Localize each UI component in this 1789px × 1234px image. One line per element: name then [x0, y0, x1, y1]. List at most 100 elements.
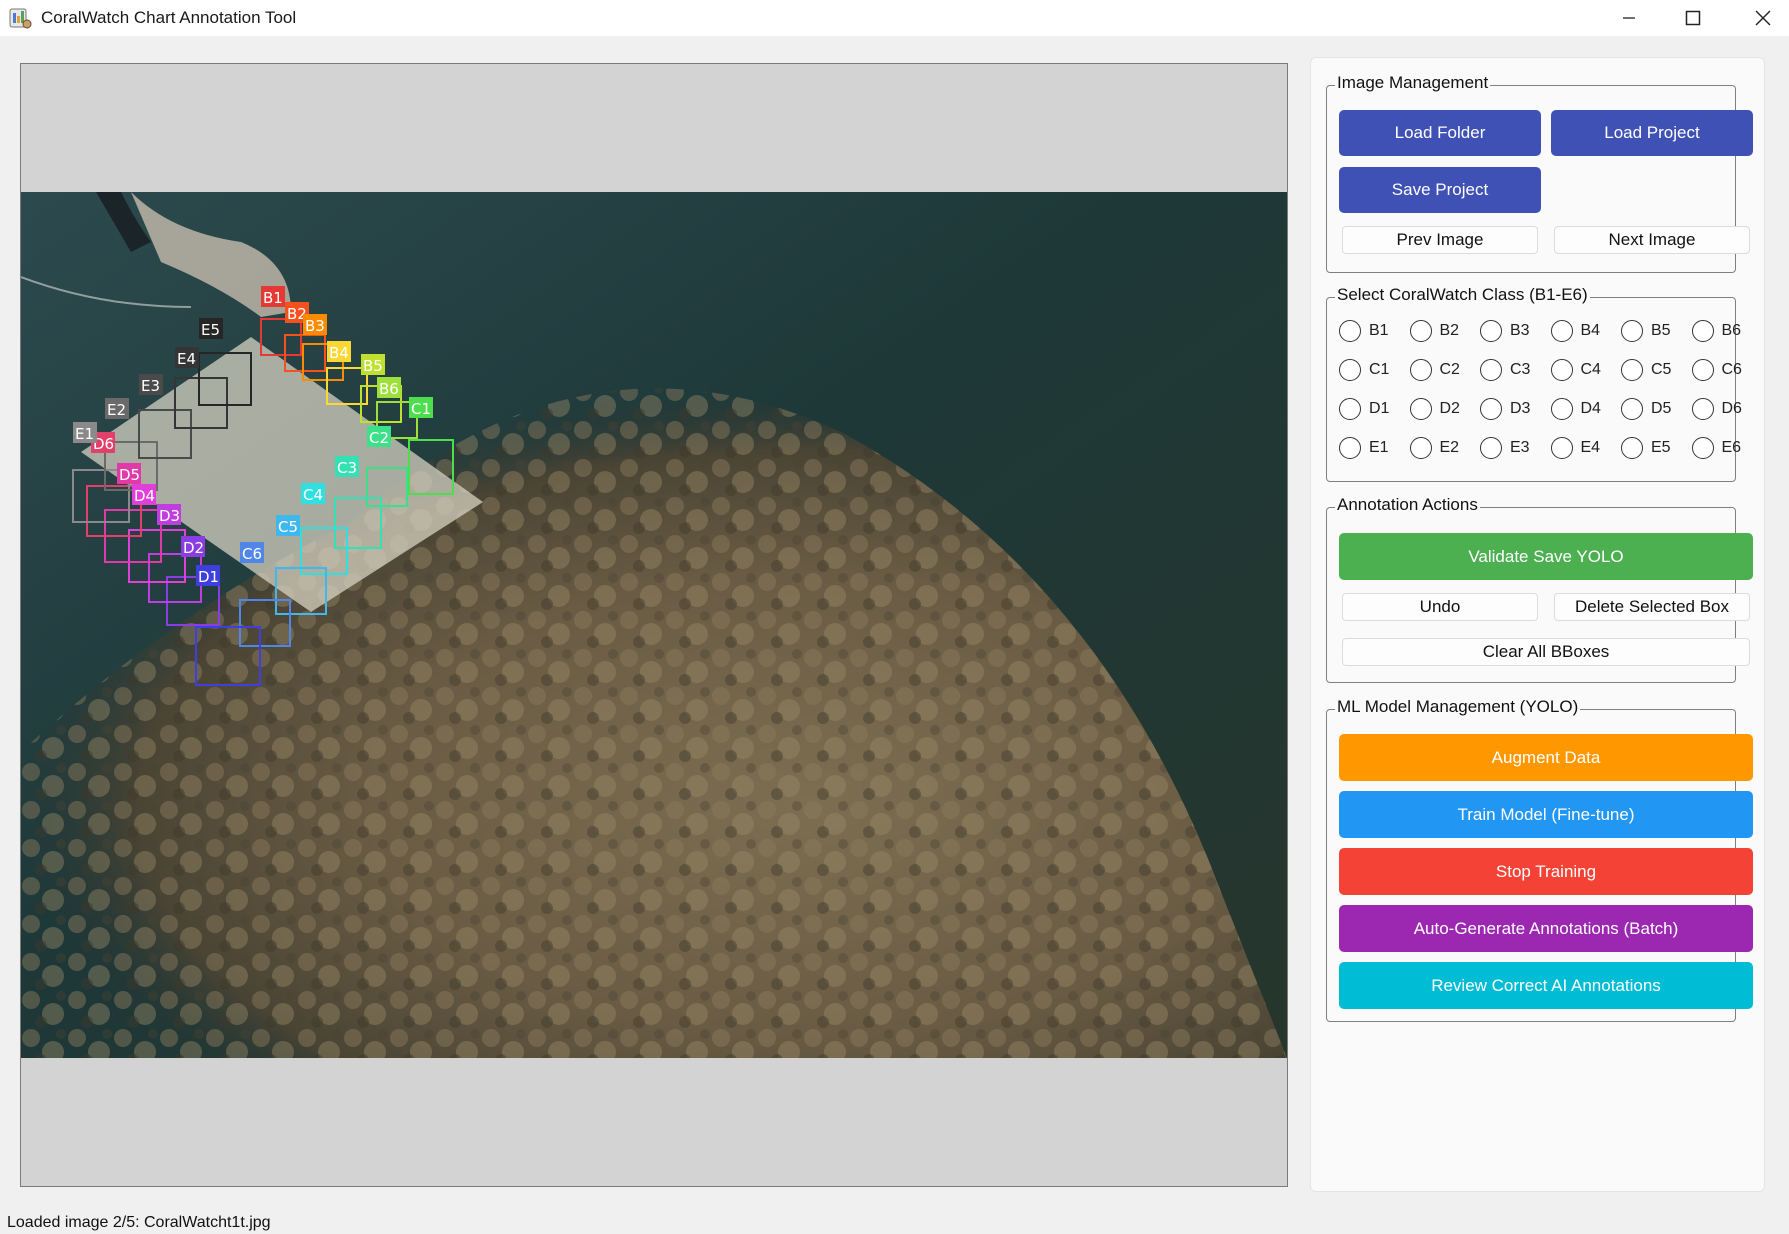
radio-button[interactable] [1339, 437, 1361, 459]
radio-button[interactable] [1691, 398, 1714, 420]
class-radio-b5[interactable]: B5 [1621, 318, 1671, 344]
radio-button[interactable] [1621, 359, 1643, 381]
radio-button[interactable] [1480, 437, 1502, 459]
class-radio-d6[interactable]: D6 [1691, 396, 1742, 422]
review-ai-annotations-button[interactable]: Review Correct AI Annotations [1339, 962, 1753, 1009]
box-label: C2 [369, 429, 389, 447]
class-select-title: Select CoralWatch Class (B1-E6) [1335, 285, 1590, 305]
radio-button[interactable] [1550, 398, 1573, 420]
box-label: B1 [263, 289, 283, 307]
class-radio-c1[interactable]: C1 [1339, 357, 1389, 383]
clear-all-bboxes-button[interactable]: Clear All BBoxes [1342, 638, 1750, 666]
box-label: C1 [411, 400, 431, 418]
app-icon [8, 6, 32, 30]
radio-button[interactable] [1691, 437, 1714, 459]
radio-label: E4 [1580, 439, 1601, 456]
radio-button[interactable] [1550, 359, 1573, 381]
box-label: E4 [177, 350, 196, 368]
radio-button[interactable] [1409, 359, 1432, 381]
train-model-button[interactable]: Train Model (Fine-tune) [1339, 791, 1753, 838]
radio-button[interactable] [1621, 398, 1643, 420]
class-radio-e1[interactable]: E1 [1339, 435, 1389, 461]
radio-label: E1 [1369, 439, 1389, 456]
radio-button[interactable] [1339, 359, 1361, 381]
class-radio-d3[interactable]: D3 [1480, 396, 1530, 422]
radio-button[interactable] [1480, 398, 1502, 420]
image-canvas[interactable]: B1 B2 B3 B4 B5 B6 C1 C2 C3 C4 C5 C6 D1 D… [20, 63, 1288, 1187]
load-folder-button[interactable]: Load Folder [1339, 110, 1541, 156]
radio-label: E3 [1510, 439, 1530, 456]
class-radio-d1[interactable]: D1 [1339, 396, 1389, 422]
radio-button[interactable] [1691, 320, 1714, 342]
save-project-button[interactable]: Save Project [1339, 167, 1541, 213]
annotation-actions-group: Annotation Actions Validate Save YOLO Un… [1326, 495, 1753, 683]
class-radio-b2[interactable]: B2 [1409, 318, 1459, 344]
box-label: D3 [159, 507, 180, 525]
class-radio-d4[interactable]: D4 [1550, 396, 1601, 422]
box-label: C3 [337, 459, 357, 477]
class-radio-b6[interactable]: B6 [1691, 318, 1742, 344]
ml-management-title: ML Model Management (YOLO) [1335, 697, 1581, 717]
class-radio-c3[interactable]: C3 [1480, 357, 1530, 383]
radio-label: C4 [1580, 361, 1601, 378]
class-radio-d5[interactable]: D5 [1621, 396, 1671, 422]
class-radio-c5[interactable]: C5 [1621, 357, 1671, 383]
radio-label: D2 [1439, 400, 1460, 417]
auto-generate-button[interactable]: Auto-Generate Annotations (Batch) [1339, 905, 1753, 952]
class-radio-b3[interactable]: B3 [1480, 318, 1530, 344]
box-label: D2 [183, 539, 204, 557]
class-radio-e5[interactable]: E5 [1621, 435, 1671, 461]
radio-button[interactable] [1339, 398, 1361, 420]
box-label: B4 [329, 344, 349, 362]
box-label: C4 [303, 486, 323, 504]
radio-label: B5 [1651, 322, 1671, 339]
box-label: B6 [379, 380, 399, 398]
radio-button[interactable] [1480, 359, 1502, 381]
radio-label: D4 [1580, 400, 1601, 417]
radio-label: B6 [1721, 322, 1742, 339]
box-label: D5 [119, 466, 140, 484]
radio-label: E2 [1439, 439, 1460, 456]
load-project-button[interactable]: Load Project [1551, 110, 1753, 156]
close-icon[interactable] [1734, 0, 1789, 36]
class-radio-b4[interactable]: B4 [1550, 318, 1600, 344]
radio-label: C2 [1439, 361, 1460, 378]
class-radio-e6[interactable]: E6 [1691, 435, 1741, 461]
radio-button[interactable] [1550, 437, 1573, 459]
radio-button[interactable] [1691, 359, 1714, 381]
class-radio-e2[interactable]: E2 [1409, 435, 1460, 461]
maximize-icon[interactable] [1664, 0, 1722, 36]
title-bar: CoralWatch Chart Annotation Tool [0, 0, 1789, 36]
radio-button[interactable] [1409, 437, 1432, 459]
class-radio-c2[interactable]: C2 [1409, 357, 1460, 383]
box-label: C5 [278, 518, 298, 536]
class-radio-d2[interactable]: D2 [1409, 396, 1460, 422]
minimize-icon[interactable] [1600, 0, 1658, 36]
class-radio-c4[interactable]: C4 [1550, 357, 1601, 383]
radio-label: B3 [1510, 322, 1530, 339]
class-radio-c6[interactable]: C6 [1691, 357, 1742, 383]
class-radio-e3[interactable]: E3 [1480, 435, 1530, 461]
status-bar: Loaded image 2/5: CoralWatcht1t.jpg [7, 1214, 271, 1231]
radio-button[interactable] [1339, 320, 1361, 342]
coral-photo[interactable]: B1 B2 B3 B4 B5 B6 C1 C2 C3 C4 C5 C6 D1 D… [21, 192, 1287, 1058]
radio-button[interactable] [1621, 320, 1643, 342]
class-select-group: Select CoralWatch Class (B1-E6) B1 B2 B3 B4… [1326, 285, 1742, 482]
radio-button[interactable] [1480, 320, 1502, 342]
class-radio-e4[interactable]: E4 [1550, 435, 1601, 461]
box-label: C6 [242, 545, 262, 563]
radio-label: D5 [1651, 400, 1672, 417]
delete-selected-box-button[interactable]: Delete Selected Box [1554, 593, 1750, 621]
undo-button[interactable]: Undo [1342, 593, 1538, 621]
radio-button[interactable] [1409, 398, 1432, 420]
radio-button[interactable] [1621, 437, 1643, 459]
image-management-title: Image Management [1335, 73, 1491, 93]
radio-button[interactable] [1550, 320, 1573, 342]
prev-image-button[interactable]: Prev Image [1342, 226, 1538, 254]
next-image-button[interactable]: Next Image [1554, 226, 1750, 254]
augment-data-button[interactable]: Augment Data [1339, 734, 1753, 781]
stop-training-button[interactable]: Stop Training [1339, 848, 1753, 895]
validate-save-button[interactable]: Validate Save YOLO [1339, 533, 1753, 580]
radio-button[interactable] [1409, 320, 1432, 342]
class-radio-b1[interactable]: B1 [1339, 318, 1389, 344]
